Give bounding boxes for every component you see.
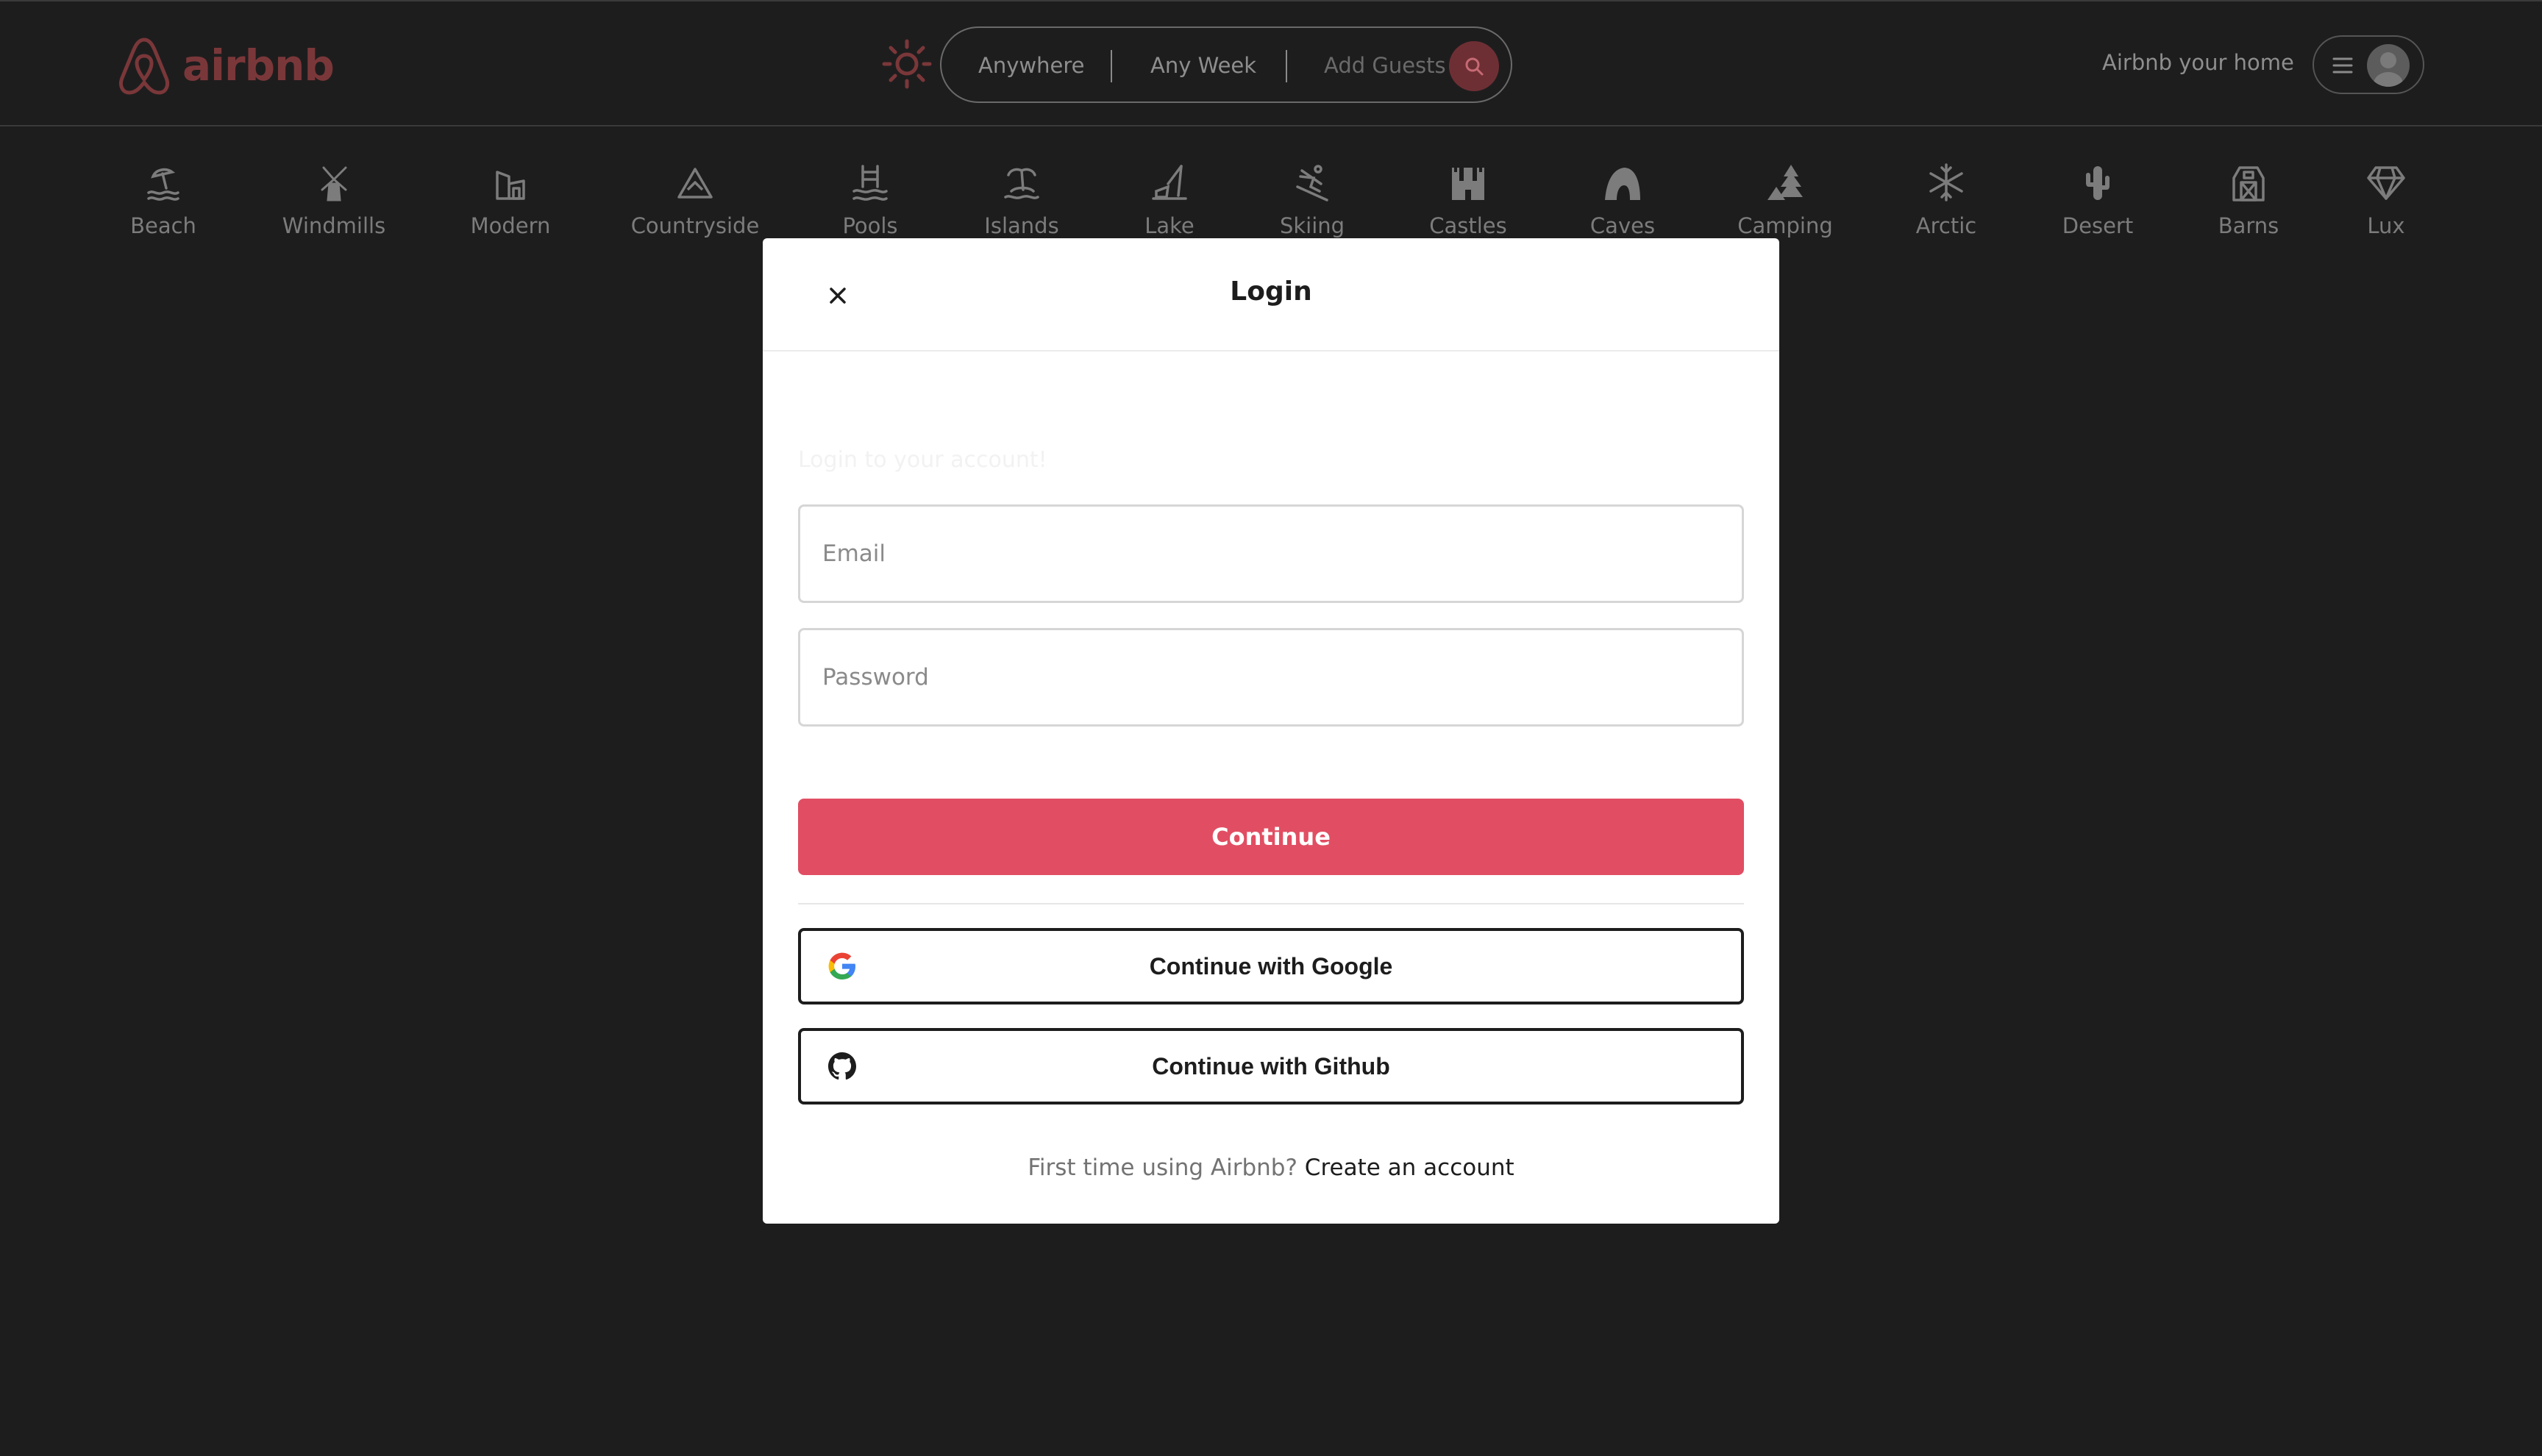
category-label: Arctic [1915,213,1977,238]
category-label: Pools [842,213,898,238]
cactus-icon [2086,166,2110,200]
search-anywhere[interactable]: Anywhere [978,53,1084,78]
category-label: Desert [2062,213,2134,238]
signup-prompt-line: First time using Airbnb? Create an accou… [763,1155,1779,1181]
category-label: Caves [1589,213,1656,238]
diamond-icon [2367,166,2405,200]
category-label: Camping [1737,213,1833,238]
search-any-week[interactable]: Any Week [1150,53,1256,78]
skiing-icon [1296,165,1328,201]
search-bar[interactable]: Anywhere Any Week Add Guests [940,26,1512,103]
search-divider [1111,50,1112,82]
category-label: Windmills [282,213,386,238]
avatar [2367,44,2410,87]
email-field[interactable] [798,504,1744,603]
category-countryside[interactable]: Countryside [607,162,783,238]
password-field[interactable] [798,628,1744,727]
category-modern[interactable]: Modern [422,162,599,238]
category-beach[interactable]: Beach [75,162,252,238]
category-skiing[interactable]: Skiing [1224,162,1400,238]
category-pools[interactable]: Pools [782,162,958,238]
pool-icon [852,165,888,201]
google-login-button[interactable]: Continue with Google [798,928,1744,1004]
category-castles[interactable]: Castles [1380,162,1556,238]
category-label: Modern [470,213,551,238]
airbnb-logo-icon [118,38,170,95]
modern-house-icon [496,171,525,200]
category-label: Lux [2367,213,2405,238]
category-label: Castles [1429,213,1507,238]
github-login-button[interactable]: Continue with Github [798,1028,1744,1105]
search-divider [1286,50,1287,82]
hamburger-icon [2332,57,2353,74]
cave-icon [1605,168,1640,200]
category-label: Beach [130,213,196,238]
windmill-icon [321,166,347,201]
modal-title: Login [1230,276,1312,307]
airbnb-your-home-link[interactable]: Airbnb your home [2102,50,2294,75]
mountain-icon [677,168,713,199]
island-icon [1004,168,1039,199]
category-windmills[interactable]: Windmills [246,162,422,238]
beach-icon [147,168,179,201]
divider [798,903,1744,904]
create-account-link[interactable]: Create an account [1305,1155,1514,1181]
user-menu-button[interactable] [2313,35,2424,94]
category-caves[interactable]: Caves [1534,162,1711,238]
google-button-label: Continue with Google [1149,953,1393,979]
castle-icon [1452,168,1484,200]
continue-button[interactable]: Continue [798,799,1744,875]
modal-header: Login [763,238,1779,351]
user-avatar-icon [2374,52,2403,87]
search-button[interactable] [1449,41,1499,91]
category-desert[interactable]: Desert [2009,162,2186,238]
search-add-guests[interactable]: Add Guests [1324,53,1446,78]
category-label: Skiing [1279,213,1345,238]
airbnb-logo[interactable]: airbnb [116,32,335,99]
search-icon [1465,57,1484,76]
category-lux[interactable]: Lux [2298,162,2474,238]
category-label: Countryside [630,213,760,238]
barn-icon [2232,166,2265,201]
category-camping[interactable]: Camping [1697,162,1873,238]
snowflake-icon [1929,163,1963,201]
category-arctic[interactable]: Arctic [1858,162,2034,238]
modal-subtitle: Login to your account! [798,447,1047,473]
lake-icon [1152,165,1187,200]
camping-icon [1767,165,1803,200]
login-modal: Login Login to your account! Continue Co… [763,238,1779,1224]
github-button-label: Continue with Github [1152,1053,1390,1079]
navbar: airbnb Anywhere Any Week Add Guests Airb… [0,0,2542,126]
signup-prompt: First time using Airbnb? [1028,1155,1297,1181]
logo-text: airbnb [182,40,335,90]
category-bar: Beach Windmills Modern Countryside Pools… [0,162,2542,250]
sun-icon[interactable] [881,38,933,90]
